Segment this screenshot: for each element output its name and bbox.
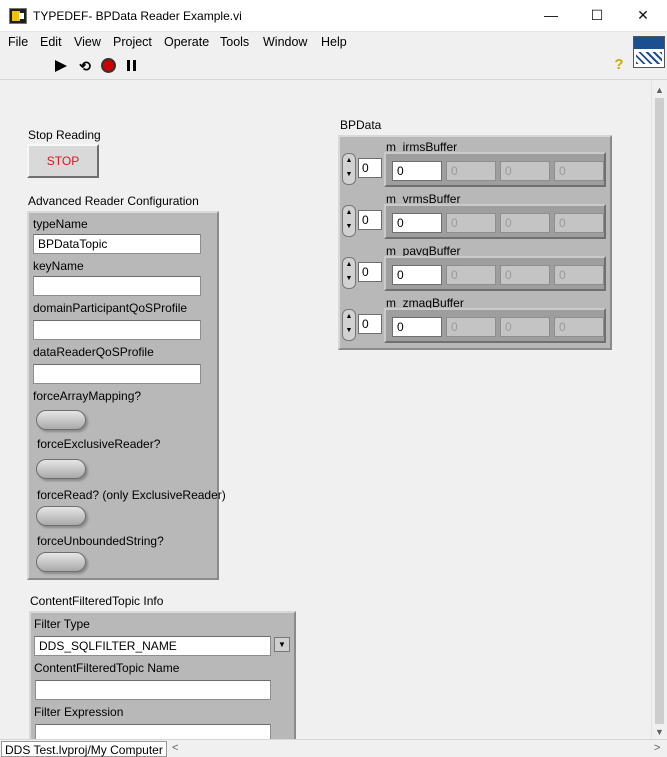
vrms-elements: 0 0 0 0 (384, 204, 606, 239)
array-element[interactable]: 0 (446, 265, 496, 285)
array-element[interactable]: 0 (554, 317, 604, 337)
bpdata-label: BPData (340, 118, 382, 132)
reader-qos-label: dataReaderQoSProfile (33, 345, 154, 359)
force-exclusive-reader-toggle[interactable] (36, 459, 86, 479)
minimize-button[interactable]: — (528, 0, 574, 31)
typename-label: typeName (33, 217, 88, 231)
force-exclusive-reader-label: forceExclusiveReader? (37, 437, 161, 451)
abort-execution-icon[interactable] (101, 58, 116, 73)
keyname-field[interactable] (33, 276, 201, 296)
spin-up-icon[interactable]: ▲ (346, 209, 353, 216)
typename-field[interactable]: BPDataTopic (33, 234, 201, 254)
filter-expression-field[interactable] (35, 724, 271, 739)
vertical-scrollbar[interactable]: ▲ ▼ (651, 81, 667, 739)
vrms-index-field[interactable]: 0 (358, 210, 382, 230)
spin-down-icon[interactable]: ▼ (346, 223, 353, 230)
stop-button[interactable]: STOP (27, 144, 99, 178)
pause-icon[interactable] (124, 59, 140, 73)
menu-help[interactable]: Help (321, 35, 347, 49)
force-array-mapping-toggle[interactable] (36, 410, 86, 430)
zmag-index-spinner[interactable]: ▲ ▼ (342, 309, 356, 341)
force-unbounded-toggle[interactable] (36, 552, 86, 572)
domain-qos-label: domainParticipantQoSProfile (33, 301, 188, 315)
pavg-index-spinner[interactable]: ▲ ▼ (342, 257, 356, 289)
irms-elements: 0 0 0 0 (384, 152, 606, 187)
array-element[interactable]: 0 (500, 265, 550, 285)
vrms-buffer-array: m_vrmsBuffer ▲ ▼ 0 0 0 0 0 (340, 190, 611, 242)
menu-view[interactable]: View (74, 35, 101, 49)
array-element[interactable]: 0 (446, 213, 496, 233)
menu-edit[interactable]: Edit (40, 35, 62, 49)
menu-window[interactable]: Window (263, 35, 307, 49)
array-element[interactable]: 0 (554, 265, 604, 285)
keyname-label: keyName (33, 259, 84, 273)
maximize-button[interactable]: ☐ (574, 0, 620, 31)
zmag-buffer-array: m_zmagBuffer ▲ ▼ 0 0 0 0 0 (340, 294, 611, 346)
vi-connector-icon (633, 36, 665, 68)
pavg-buffer-array: m_pavgBuffer ▲ ▼ 0 0 0 0 0 (340, 242, 611, 294)
force-read-toggle[interactable] (36, 506, 86, 526)
array-element[interactable]: 0 (392, 317, 442, 337)
context-help-icon[interactable]: ? (612, 56, 626, 74)
array-element[interactable]: 0 (392, 161, 442, 181)
irms-buffer-array: m_irmsBuffer ▲ ▼ 0 0 0 0 0 (340, 138, 611, 190)
pavg-elements: 0 0 0 0 (384, 256, 606, 291)
filter-type-ring[interactable]: DDS_SQLFILTER_NAME (34, 636, 271, 656)
array-element[interactable]: 0 (446, 161, 496, 181)
spin-up-icon[interactable]: ▲ (346, 157, 353, 164)
advanced-config-label: Advanced Reader Configuration (28, 194, 199, 208)
filter-type-label: Filter Type (34, 617, 90, 631)
project-context: DDS Test.lvproj/My Computer (1, 741, 167, 757)
zmag-index-field[interactable]: 0 (358, 314, 382, 334)
cft-name-field[interactable] (35, 680, 271, 700)
array-element[interactable]: 0 (500, 161, 550, 181)
filter-expression-label: Filter Expression (34, 705, 124, 719)
reader-qos-field[interactable] (33, 364, 201, 384)
array-element[interactable]: 0 (554, 213, 604, 233)
cft-name-label: ContentFilteredTopic Name (34, 661, 180, 675)
force-unbounded-label: forceUnboundedString? (37, 534, 164, 548)
spin-down-icon[interactable]: ▼ (346, 171, 353, 178)
spin-down-icon[interactable]: ▼ (346, 275, 353, 282)
irms-index-spinner[interactable]: ▲ ▼ (342, 153, 356, 185)
menu-operate[interactable]: Operate (164, 35, 209, 49)
run-arrow-icon[interactable] (54, 59, 70, 73)
array-element[interactable]: 0 (392, 265, 442, 285)
zmag-elements: 0 0 0 0 (384, 308, 606, 343)
vrms-index-spinner[interactable]: ▲ ▼ (342, 205, 356, 237)
scrollbar-thumb[interactable] (655, 98, 664, 724)
spin-up-icon[interactable]: ▲ (346, 313, 353, 320)
labview-vi-icon[interactable] (9, 8, 27, 24)
array-element[interactable]: 0 (446, 317, 496, 337)
run-continuously-icon[interactable]: ⟲ (77, 59, 93, 73)
close-button[interactable]: ✕ (620, 0, 666, 31)
irms-index-field[interactable]: 0 (358, 158, 382, 178)
menu-bar: File Edit View Project Operate Tools Win… (0, 32, 667, 52)
spin-down-icon[interactable]: ▼ (346, 327, 353, 334)
menu-project[interactable]: Project (113, 35, 152, 49)
scroll-right-icon[interactable]: > (654, 742, 660, 754)
array-element[interactable]: 0 (392, 213, 442, 233)
pavg-index-field[interactable]: 0 (358, 262, 382, 282)
menu-tools[interactable]: Tools (220, 35, 249, 49)
scroll-up-icon[interactable]: ▲ (655, 85, 664, 95)
title-bar: TYPEDEF- BPData Reader Example.vi — ☐ ✕ (0, 0, 667, 32)
cft-info-label: ContentFilteredTopic Info (30, 594, 164, 608)
scroll-left-icon[interactable]: < (172, 742, 178, 754)
array-element[interactable]: 0 (500, 213, 550, 233)
status-bar: DDS Test.lvproj/My Computer < > (0, 739, 667, 757)
filter-type-dropdown-arrow[interactable]: ▼ (274, 637, 290, 652)
force-read-label: forceRead? (only ExclusiveReader) (37, 488, 226, 502)
force-array-mapping-label: forceArrayMapping? (33, 389, 142, 403)
stop-reading-label: Stop Reading (28, 128, 101, 142)
domain-qos-field[interactable] (33, 320, 201, 340)
scroll-down-icon[interactable]: ▼ (655, 727, 664, 737)
array-element[interactable]: 0 (554, 161, 604, 181)
spin-up-icon[interactable]: ▲ (346, 261, 353, 268)
menu-file[interactable]: File (8, 35, 28, 49)
window-title: TYPEDEF- BPData Reader Example.vi (33, 9, 242, 23)
array-element[interactable]: 0 (500, 317, 550, 337)
toolbar: ⟲ (0, 52, 667, 80)
